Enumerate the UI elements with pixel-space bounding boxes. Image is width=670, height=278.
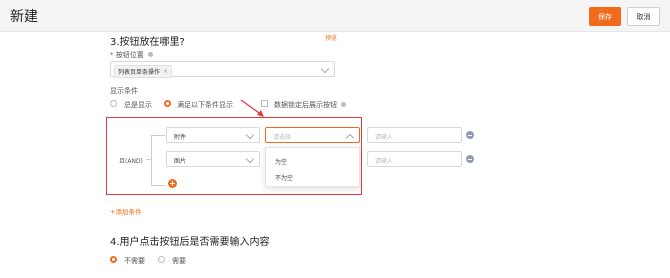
add-condition-link[interactable]: +添加条件 (110, 206, 141, 216)
condition-1-value-placeholder: 请输入 (375, 134, 394, 141)
and-bracket (151, 135, 165, 186)
condition-2-field-select[interactable]: 图片 (166, 151, 260, 167)
operator-dropdown: 为空 不为空 (265, 147, 360, 187)
condition-1-field-value: 附件 (174, 134, 187, 141)
chevron-down-icon (245, 130, 255, 140)
page-title: 新建 (10, 9, 38, 25)
condition-2-value-placeholder: 请输入 (375, 158, 394, 165)
section-4-title: 4.用户点击按钮后是否需要输入内容 (110, 237, 270, 248)
lock-data-label: 数据锁定后展示按钮 (274, 100, 347, 110)
and-group-label: 且(AND) (119, 158, 143, 165)
position-tag: 列表页单条操作 × (114, 65, 173, 78)
add-condition-plus-icon[interactable] (168, 179, 177, 188)
and-bracket-stem (146, 159, 151, 160)
chevron-up-icon (345, 133, 355, 143)
preview-link[interactable]: 预览 (325, 33, 337, 42)
radio-conditional-show-label: 满足以下条件显示 (177, 101, 233, 109)
help-icon[interactable] (147, 52, 153, 57)
help-icon[interactable] (341, 102, 347, 107)
radio-always-show[interactable] (110, 100, 117, 107)
radio-need-input[interactable] (158, 256, 165, 263)
operator-option-not-empty[interactable]: 不为空 (275, 173, 293, 182)
tag-close-icon[interactable]: × (163, 68, 168, 75)
condition-1-operator-placeholder: 请选择 (273, 134, 292, 141)
save-button[interactable]: 保存 (589, 7, 621, 26)
button-position-text: 按钮位置 (115, 51, 144, 59)
condition-1-value-input[interactable]: 请输入 (367, 127, 462, 143)
remove-condition-2-icon[interactable] (466, 155, 474, 163)
condition-2-value-input[interactable]: 请输入 (367, 151, 462, 167)
radio-no-input-label: 不需要 (124, 257, 145, 265)
condition-1-field-select[interactable]: 附件 (166, 127, 260, 143)
radio-always-show-label: 总是显示 (124, 101, 152, 109)
button-position-select[interactable]: 列表页单条操作 × (110, 61, 335, 78)
required-marker: * (110, 51, 114, 59)
condition-1-operator-select[interactable]: 请选择 (265, 127, 360, 143)
position-tag-label: 列表页单条操作 (118, 69, 161, 76)
radio-conditional-show[interactable] (164, 100, 171, 107)
button-position-label: * 按钮位置 (110, 50, 153, 60)
remove-condition-1-icon[interactable] (466, 131, 474, 139)
operator-option-empty[interactable]: 为空 (275, 157, 287, 166)
section-3-title: 3.按钮放在哪里? (110, 37, 185, 48)
chevron-down-icon (245, 154, 255, 164)
condition-2-field-value: 图片 (174, 158, 187, 165)
lock-data-checkbox[interactable] (261, 100, 268, 107)
radio-no-input[interactable] (110, 256, 117, 263)
radio-need-input-label: 需要 (172, 257, 186, 265)
chevron-down-icon (320, 64, 330, 74)
lock-data-text: 数据锁定后展示按钮 (274, 101, 337, 109)
cancel-button[interactable]: 取消 (627, 7, 660, 26)
display-condition-label: 显示条件 (110, 87, 138, 95)
top-bar (0, 0, 670, 32)
